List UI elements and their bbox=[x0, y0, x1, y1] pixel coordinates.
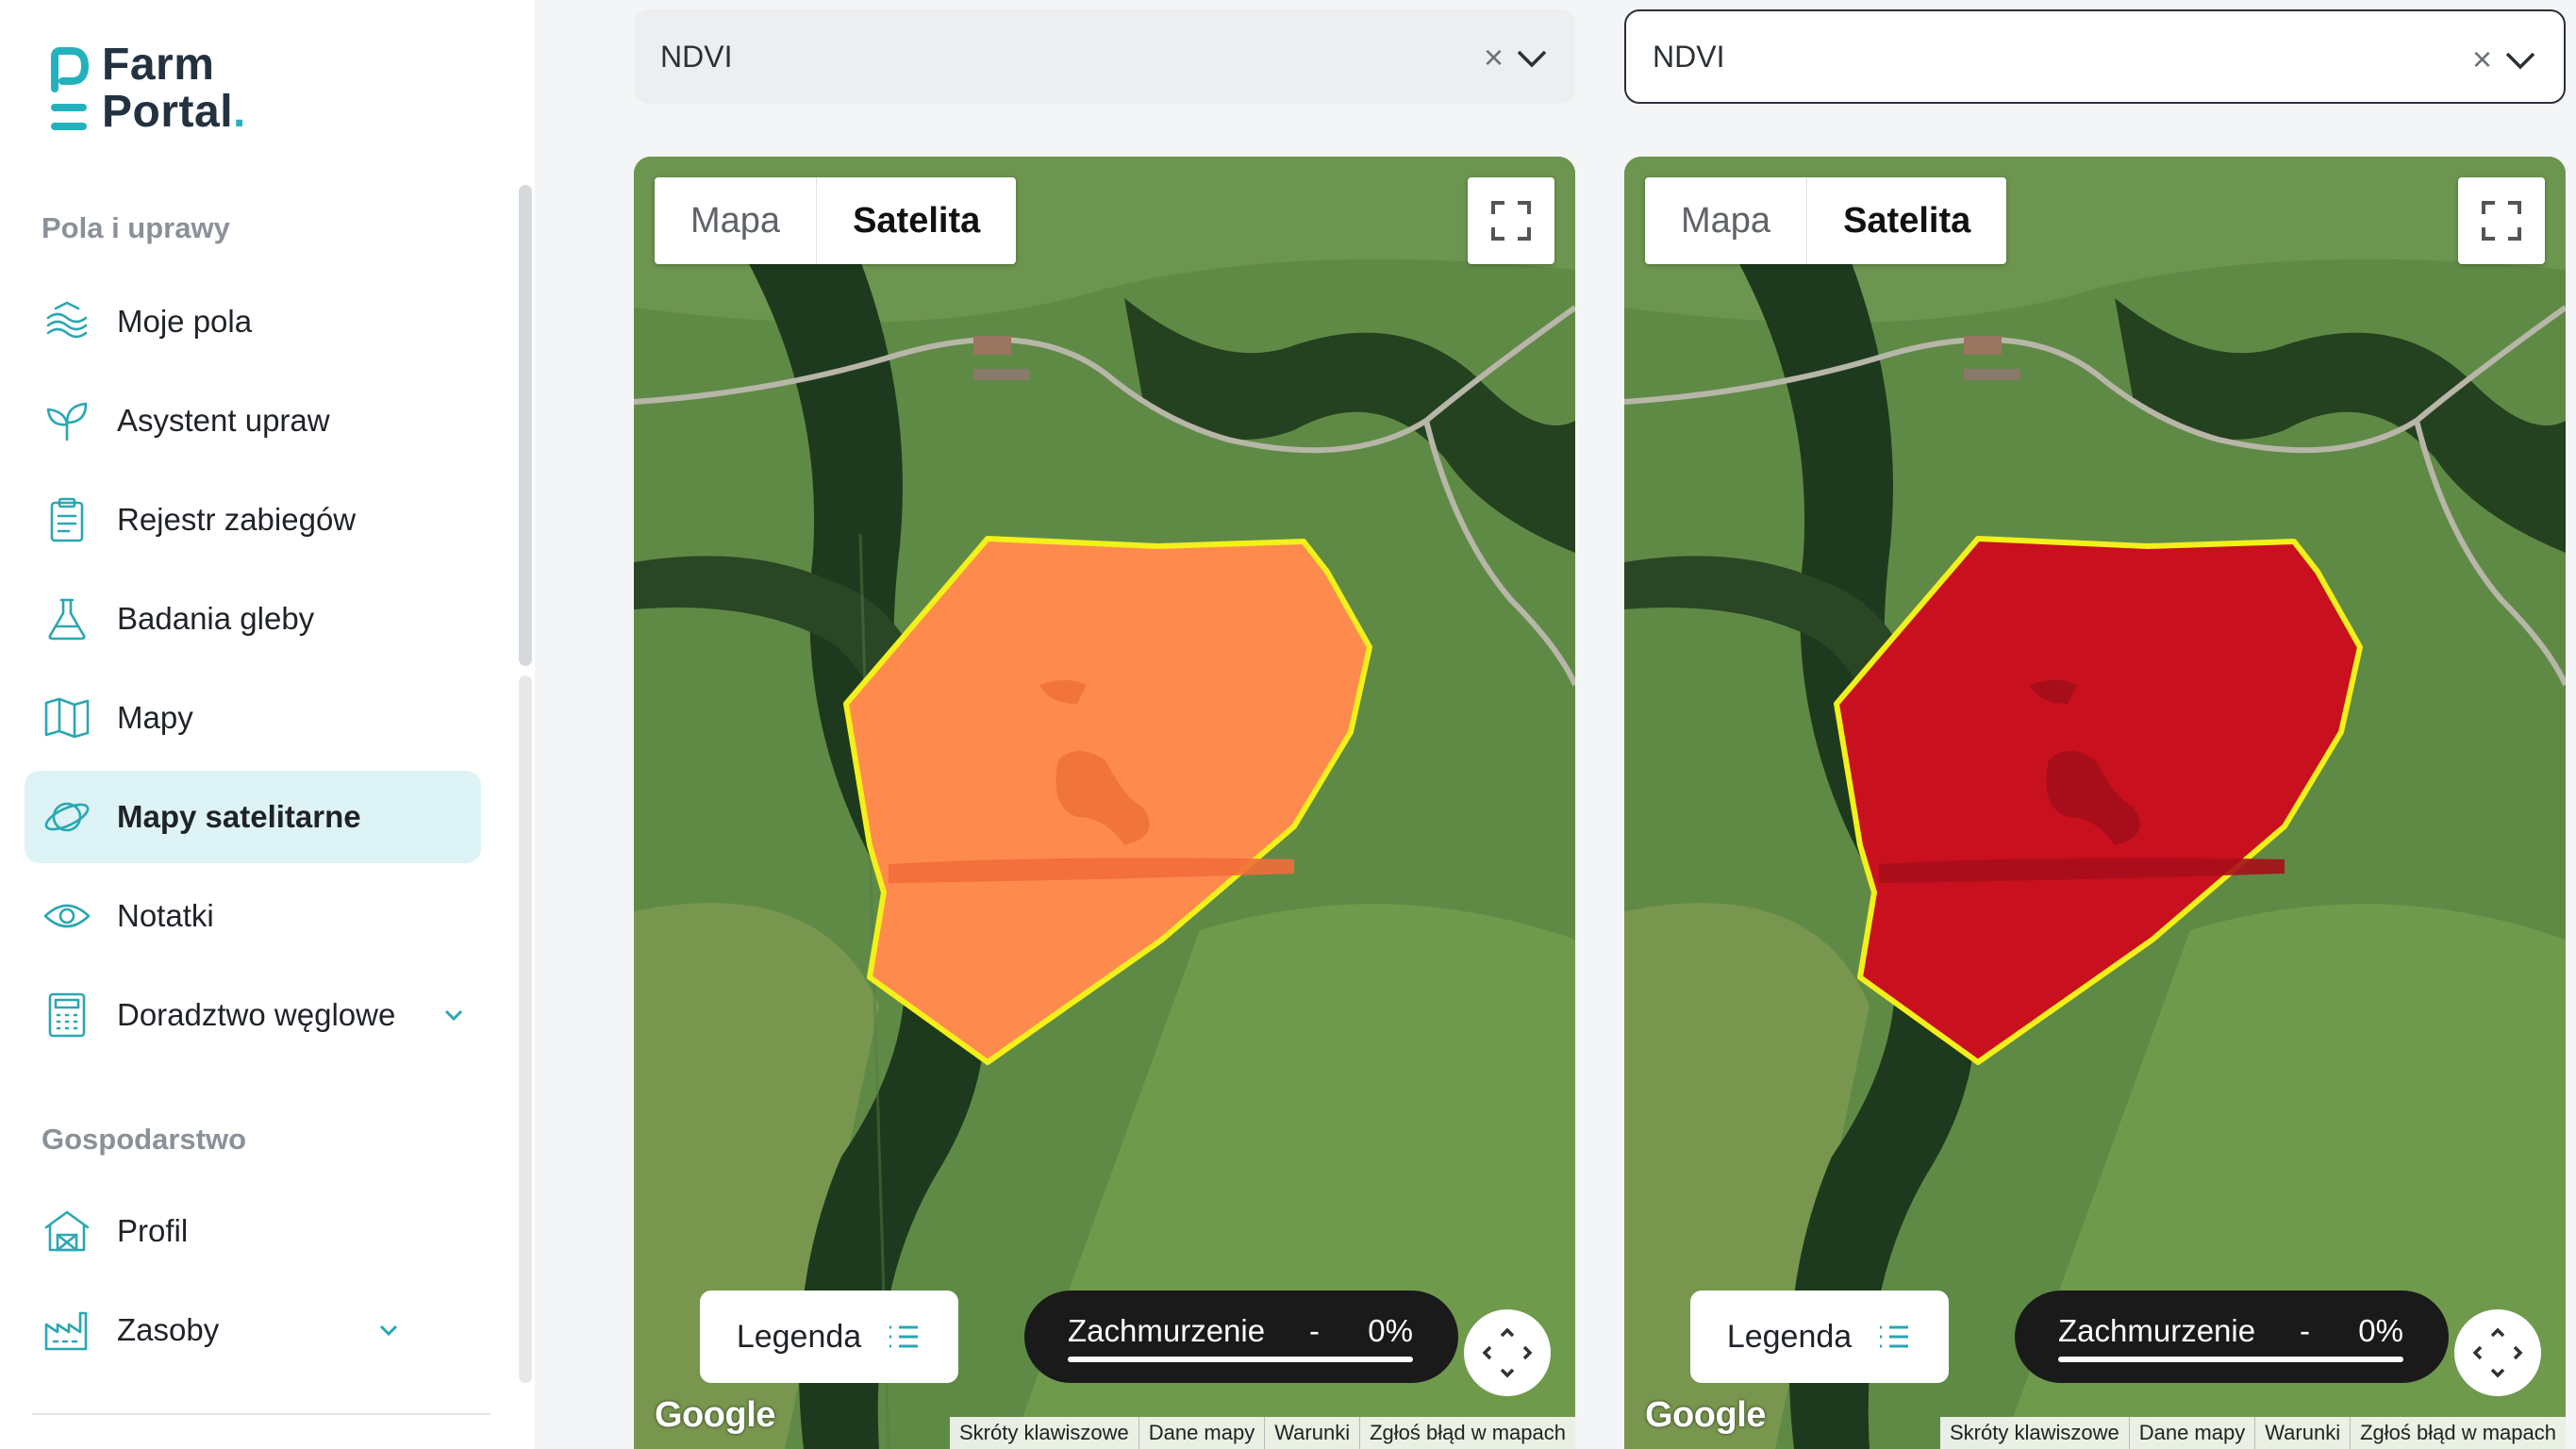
cloud-cover-slider[interactable]: Zachmurzenie - 0% bbox=[2015, 1291, 2449, 1383]
fullscreen-button[interactable] bbox=[2458, 177, 2545, 264]
sidebar-item-label: Notatki bbox=[117, 898, 214, 933]
legend-button[interactable]: Legenda bbox=[1690, 1291, 1949, 1383]
sidebar-item-maps[interactable]: Mapy bbox=[25, 672, 481, 764]
chevron-down-icon[interactable] bbox=[2503, 45, 2537, 70]
sidebar-item-label: Moje pola bbox=[117, 304, 253, 339]
farm-portal-logo[interactable]: Farm Portal. bbox=[51, 42, 246, 136]
map-type-toggle[interactable]: Mapa Satelita bbox=[1645, 177, 2007, 264]
sidebar-item-my-fields[interactable]: Moje pola bbox=[25, 275, 481, 368]
map-attribution: Skróty klawiszowe Dane mapy Warunki Zgło… bbox=[1940, 1417, 2566, 1449]
index-select-value: NDVI bbox=[1653, 39, 1725, 74]
sidebar-item-resources[interactable]: Zasoby bbox=[25, 1284, 481, 1376]
recenter-button[interactable] bbox=[2454, 1309, 2541, 1396]
attrib-map-data-link[interactable]: Dane mapy bbox=[2128, 1417, 2255, 1449]
cloud-cover-value: 0% bbox=[2358, 1313, 2403, 1348]
eye-icon bbox=[42, 891, 92, 941]
sidebar-item-satellite-maps[interactable]: Mapy satelitarne bbox=[25, 771, 481, 863]
factory-icon bbox=[42, 1305, 92, 1356]
map-icon bbox=[42, 692, 92, 743]
google-logo: Google bbox=[1645, 1395, 1766, 1435]
sidebar-scrollbar-thumb[interactable] bbox=[519, 185, 532, 666]
sidebar-item-label: Profil bbox=[117, 1213, 189, 1248]
sidebar-item-treatment-register[interactable]: Rejestr zabiegów bbox=[25, 474, 481, 566]
calculator-icon bbox=[42, 990, 92, 1041]
sidebar-item-carbon-advisory[interactable]: Doradztwo węglowe bbox=[25, 969, 481, 1061]
sidebar-item-label: Mapy bbox=[117, 700, 193, 735]
sidebar: Farm Portal. Pola i uprawy Moje pola Asy… bbox=[0, 0, 535, 1449]
cloud-cover-track[interactable] bbox=[1068, 1357, 1413, 1362]
sidebar-item-soil-tests[interactable]: Badania gleby bbox=[25, 573, 481, 665]
list-icon bbox=[1880, 1325, 1909, 1348]
map-type-map-button[interactable]: Mapa bbox=[655, 177, 816, 264]
fullscreen-icon bbox=[1491, 201, 1531, 241]
logo-mark-icon bbox=[51, 47, 91, 134]
sidebar-item-label: Zasoby bbox=[117, 1312, 220, 1347]
attrib-terms-link[interactable]: Warunki bbox=[1264, 1417, 1359, 1449]
fullscreen-icon bbox=[2482, 201, 2521, 241]
index-select-right[interactable]: NDVI × bbox=[1624, 9, 2566, 104]
barn-icon bbox=[42, 1206, 92, 1257]
sidebar-item-crop-assistant[interactable]: Asystent upraw bbox=[25, 375, 481, 467]
sidebar-item-label: Asystent upraw bbox=[117, 403, 330, 438]
cloud-cover-separator: - bbox=[2300, 1313, 2310, 1348]
recenter-arrows-icon bbox=[1482, 1327, 1533, 1378]
satellite-map-left[interactable]: Mapa Satelita Legenda Zachmurzenie - 0% … bbox=[634, 157, 1575, 1449]
sidebar-item-label: Badania gleby bbox=[117, 601, 315, 636]
logo-text-farm: Farm bbox=[102, 40, 215, 90]
clear-icon[interactable]: × bbox=[2472, 40, 2492, 79]
ndvi-field-overlay[interactable] bbox=[1624, 157, 2566, 1449]
map-type-satellite-button[interactable]: Satelita bbox=[816, 177, 1016, 264]
fields-icon bbox=[42, 296, 92, 347]
cloud-cover-label: Zachmurzenie bbox=[2058, 1313, 2256, 1348]
recenter-button[interactable] bbox=[1464, 1309, 1551, 1396]
ndvi-field-overlay[interactable] bbox=[634, 157, 1575, 1449]
index-select-left[interactable]: NDVI × bbox=[634, 9, 1575, 104]
satellite-planet-icon bbox=[42, 791, 92, 842]
sidebar-scrollbar-track[interactable] bbox=[519, 675, 532, 1383]
section-title-fields: Pola i uprawy bbox=[42, 211, 230, 244]
attrib-report-error-link[interactable]: Zgłoś błąd w mapach bbox=[1359, 1417, 1575, 1449]
recenter-arrows-icon bbox=[2472, 1327, 2523, 1378]
map-type-map-button[interactable]: Mapa bbox=[1645, 177, 1806, 264]
map-attribution: Skróty klawiszowe Dane mapy Warunki Zgło… bbox=[950, 1417, 1575, 1449]
sidebar-item-label: Mapy satelitarne bbox=[117, 799, 361, 834]
attrib-terms-link[interactable]: Warunki bbox=[2254, 1417, 2350, 1449]
clear-icon[interactable]: × bbox=[1484, 38, 1504, 77]
list-icon bbox=[889, 1325, 919, 1348]
fullscreen-button[interactable] bbox=[1468, 177, 1554, 264]
section-title-farm: Gospodarstwo bbox=[42, 1123, 247, 1156]
sprout-icon bbox=[42, 395, 92, 446]
sidebar-item-label: Doradztwo węglowe bbox=[117, 997, 396, 1032]
attrib-shortcuts-link[interactable]: Skróty klawiszowe bbox=[950, 1417, 1138, 1449]
sidebar-item-profile[interactable]: Profil bbox=[25, 1185, 481, 1277]
cloud-cover-track[interactable] bbox=[2058, 1357, 2403, 1362]
attrib-report-error-link[interactable]: Zgłoś błąd w mapach bbox=[2350, 1417, 2566, 1449]
attrib-map-data-link[interactable]: Dane mapy bbox=[1138, 1417, 1265, 1449]
sidebar-item-notes[interactable]: Notatki bbox=[25, 870, 481, 962]
attrib-shortcuts-link[interactable]: Skróty klawiszowe bbox=[1940, 1417, 2129, 1449]
chevron-down-icon[interactable] bbox=[440, 1002, 467, 1028]
google-logo: Google bbox=[655, 1395, 775, 1435]
legend-button[interactable]: Legenda bbox=[700, 1291, 958, 1383]
cloud-cover-label: Zachmurzenie bbox=[1068, 1313, 1266, 1348]
sidebar-item-label: Rejestr zabiegów bbox=[117, 502, 357, 537]
logo-text-portal: Portal. bbox=[102, 87, 246, 137]
legend-label: Legenda bbox=[1726, 1318, 1853, 1355]
cloud-cover-slider[interactable]: Zachmurzenie - 0% bbox=[1024, 1291, 1458, 1383]
cloud-cover-value: 0% bbox=[1368, 1313, 1413, 1348]
chevron-down-icon[interactable] bbox=[1515, 43, 1549, 68]
clipboard-icon bbox=[42, 494, 92, 545]
legend-label: Legenda bbox=[736, 1318, 862, 1355]
map-type-toggle[interactable]: Mapa Satelita bbox=[655, 177, 1017, 264]
index-select-value: NDVI bbox=[660, 39, 733, 74]
flask-icon bbox=[42, 593, 92, 644]
map-type-satellite-button[interactable]: Satelita bbox=[1806, 177, 2006, 264]
chevron-down-icon[interactable] bbox=[375, 1317, 402, 1343]
satellite-map-right[interactable]: Mapa Satelita Legenda Zachmurzenie - 0% … bbox=[1624, 157, 2566, 1449]
sidebar-divider bbox=[32, 1413, 490, 1415]
cloud-cover-separator: - bbox=[1309, 1313, 1320, 1348]
